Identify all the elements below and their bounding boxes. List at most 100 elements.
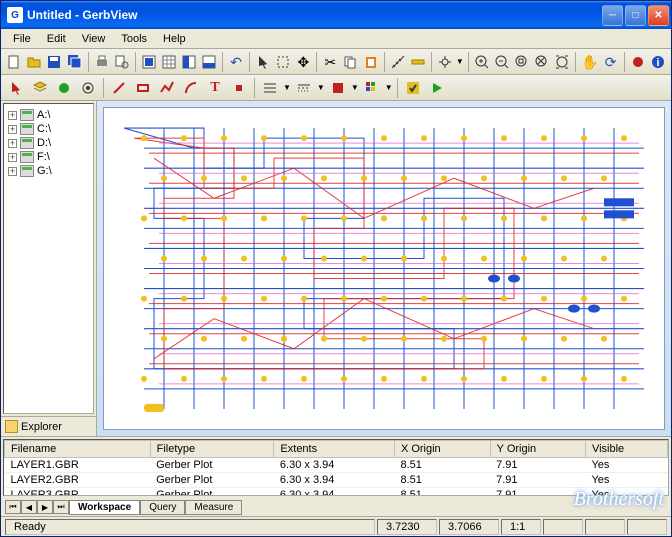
menu-edit[interactable]: Edit [39, 31, 74, 47]
line-width-icon[interactable] [259, 77, 281, 99]
polyline-icon[interactable] [156, 77, 178, 99]
table-row[interactable]: LAYER2.GBRGerber Plot6.30 x 3.948.517.91… [5, 473, 668, 488]
tree-drive-d[interactable]: +D:\ [8, 136, 89, 150]
col-extents[interactable]: Extents [274, 441, 395, 458]
drive-icon [20, 123, 34, 135]
tab-workspace[interactable]: Workspace [69, 500, 140, 515]
tree-drive-f[interactable]: +F:\ [8, 150, 89, 164]
view-panel-icon[interactable] [200, 51, 218, 73]
cell-xorigin: 8.51 [394, 473, 490, 488]
separator [222, 52, 223, 72]
print-icon[interactable] [92, 51, 110, 73]
info-icon[interactable]: i [649, 51, 667, 73]
pointer-icon[interactable] [254, 51, 272, 73]
maximize-button[interactable]: □ [625, 5, 646, 26]
save-icon[interactable] [45, 51, 63, 73]
main-area: +A:\ +C:\ +D:\ +F:\ +G:\ Explorer [1, 101, 671, 436]
sidebar-tab-explorer[interactable]: Explorer [1, 416, 96, 436]
new-icon[interactable] [5, 51, 23, 73]
menu-help[interactable]: Help [155, 31, 194, 47]
minimize-button[interactable]: ─ [602, 5, 623, 26]
cut-icon[interactable]: ✂ [321, 51, 339, 73]
menu-file[interactable]: File [5, 31, 39, 47]
open-icon[interactable] [25, 51, 43, 73]
drive-icon [20, 109, 34, 121]
rect-icon[interactable] [132, 77, 154, 99]
tree-drive-c[interactable]: +C:\ [8, 122, 89, 136]
view-split-icon[interactable] [180, 51, 198, 73]
fill-color-icon[interactable] [327, 77, 349, 99]
separator [254, 78, 255, 98]
line-icon[interactable] [108, 77, 130, 99]
line-style-icon[interactable] [293, 77, 315, 99]
table-row[interactable]: LAYER1.GBRGerber Plot6.30 x 3.948.517.91… [5, 458, 668, 473]
drill-icon[interactable] [77, 77, 99, 99]
menu-tools[interactable]: Tools [113, 31, 155, 47]
view-layers-icon[interactable] [140, 51, 158, 73]
zoom-area-icon[interactable] [513, 51, 531, 73]
pan-icon[interactable]: ✋ [580, 51, 599, 73]
drive-tree[interactable]: +A:\ +C:\ +D:\ +F:\ +G:\ [3, 103, 94, 414]
rotate-icon[interactable]: ⟳ [602, 51, 620, 73]
zoom-extents-icon[interactable] [553, 51, 571, 73]
tree-drive-a[interactable]: +A:\ [8, 108, 89, 122]
copy-icon[interactable] [341, 51, 359, 73]
highlight-icon[interactable] [629, 51, 647, 73]
separator [103, 78, 104, 98]
tab-prev-icon[interactable]: ◀ [21, 500, 37, 514]
drive-icon [20, 151, 34, 163]
bottom-panel: Filename Filetype Extents X Origin Y Ori… [1, 436, 671, 516]
cell-filetype: Gerber Plot [150, 458, 274, 473]
status-ready: Ready [5, 519, 375, 535]
table-row[interactable]: LAYER3.GBRGerber Plot6.30 x 3.948.517.91… [5, 488, 668, 497]
validate-icon[interactable] [402, 77, 424, 99]
ruler-icon[interactable] [409, 51, 427, 73]
col-visible[interactable]: Visible [585, 441, 667, 458]
drive-icon [20, 165, 34, 177]
tab-last-icon[interactable]: ⏭ [53, 500, 69, 514]
pcb-canvas[interactable] [103, 107, 665, 430]
zoom-in-icon[interactable] [473, 51, 491, 73]
drive-label: F:\ [37, 151, 50, 163]
status-empty1 [543, 519, 583, 535]
col-filename[interactable]: Filename [5, 441, 151, 458]
palette-icon[interactable] [361, 77, 383, 99]
undo-icon[interactable]: ↶ [227, 51, 245, 73]
col-filetype[interactable]: Filetype [150, 441, 274, 458]
view-grid-icon[interactable] [160, 51, 178, 73]
tab-next-icon[interactable]: ▶ [37, 500, 53, 514]
save-all-icon[interactable] [65, 51, 83, 73]
flash-icon[interactable] [228, 77, 250, 99]
layer-mgr-icon[interactable] [29, 77, 51, 99]
select-rect-icon[interactable] [274, 51, 292, 73]
toolbar-main: ↶ ✥ ✂ ▼ ✋ ⟳ i [1, 49, 671, 75]
run-icon[interactable] [426, 77, 448, 99]
toolbar-draw: T ▼ ▼ ▼ ▼ [1, 75, 671, 101]
layer-table[interactable]: Filename Filetype Extents X Origin Y Ori… [3, 439, 669, 496]
drive-icon [20, 137, 34, 149]
separator [431, 52, 432, 72]
col-xorigin[interactable]: X Origin [394, 441, 490, 458]
move-icon[interactable]: ✥ [294, 51, 312, 73]
menu-view[interactable]: View [74, 31, 114, 47]
col-yorigin[interactable]: Y Origin [490, 441, 585, 458]
text-icon[interactable]: T [204, 77, 226, 99]
zoom-fit-icon[interactable] [533, 51, 551, 73]
tab-first-icon[interactable]: ⏮ [5, 500, 21, 514]
snap-icon[interactable] [436, 51, 454, 73]
paste-icon[interactable] [362, 51, 380, 73]
status-zoom: 1:1 [501, 519, 541, 535]
aperture-icon[interactable] [53, 77, 75, 99]
print-preview-icon[interactable] [113, 51, 131, 73]
tree-drive-g[interactable]: +G:\ [8, 164, 89, 178]
arc-icon[interactable] [180, 77, 202, 99]
zoom-out-icon[interactable] [493, 51, 511, 73]
tab-query[interactable]: Query [140, 500, 185, 515]
pcb-render [104, 108, 664, 429]
drive-label: D:\ [37, 137, 51, 149]
tab-measure[interactable]: Measure [185, 500, 242, 515]
measure-icon[interactable] [389, 51, 407, 73]
separator [397, 78, 398, 98]
close-button[interactable]: ✕ [648, 5, 669, 26]
pointer2-icon[interactable] [5, 77, 27, 99]
